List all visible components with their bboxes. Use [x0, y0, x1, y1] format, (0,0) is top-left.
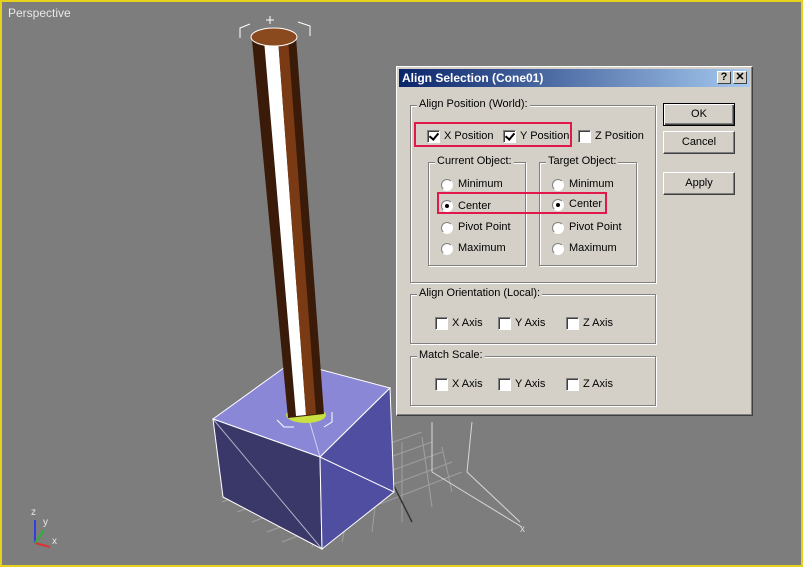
align-selection-dialog: Align Selection (Cone01) ? ✕ Align Posit… — [396, 66, 753, 416]
x-position-checkbox[interactable] — [427, 130, 440, 143]
current-center-radio[interactable] — [441, 200, 453, 212]
scale-z-label[interactable]: Z Axis — [583, 378, 613, 390]
target-pivot-radio[interactable] — [552, 222, 564, 234]
target-center-radio[interactable] — [552, 199, 564, 211]
target-maximum-label[interactable]: Maximum — [569, 242, 617, 254]
target-minimum-label[interactable]: Minimum — [569, 178, 614, 190]
current-object-title: Current Object: — [435, 155, 514, 167]
current-minimum-radio[interactable] — [441, 179, 453, 191]
align-orientation-title: Align Orientation (Local): — [417, 287, 543, 299]
current-minimum-label[interactable]: Minimum — [458, 178, 503, 190]
z-position-checkbox[interactable] — [578, 130, 591, 143]
transform-gizmo — [431, 421, 523, 528]
target-pivot-label[interactable]: Pivot Point — [569, 221, 622, 233]
current-pivot-radio[interactable] — [441, 222, 453, 234]
current-pivot-label[interactable]: Pivot Point — [458, 221, 511, 233]
orient-x-checkbox[interactable] — [435, 317, 448, 330]
current-maximum-radio[interactable] — [441, 243, 453, 255]
cone-object[interactable] — [250, 27, 326, 423]
apply-button[interactable]: Apply — [663, 172, 735, 195]
help-button[interactable]: ? — [717, 71, 731, 84]
scale-y-label[interactable]: Y Axis — [515, 378, 545, 390]
cancel-button[interactable]: Cancel — [663, 131, 735, 154]
target-maximum-radio[interactable] — [552, 243, 564, 255]
axis-y-label: y — [43, 517, 48, 528]
orient-y-checkbox[interactable] — [498, 317, 511, 330]
match-scale-title: Match Scale: — [417, 349, 485, 361]
scale-x-label[interactable]: X Axis — [452, 378, 483, 390]
gizmo-x-label: x — [520, 524, 525, 535]
orient-z-checkbox[interactable] — [566, 317, 579, 330]
scale-z-checkbox[interactable] — [566, 378, 579, 391]
axis-z-label: z — [31, 507, 36, 518]
scale-x-checkbox[interactable] — [435, 378, 448, 391]
close-button[interactable]: ✕ — [733, 71, 747, 84]
x-position-label[interactable]: X Position — [444, 130, 494, 142]
y-position-label[interactable]: Y Position — [520, 130, 569, 142]
current-maximum-label[interactable]: Maximum — [458, 242, 506, 254]
orient-y-label[interactable]: Y Axis — [515, 317, 545, 329]
orient-z-label[interactable]: Z Axis — [583, 317, 613, 329]
align-position-title: Align Position (World): — [417, 98, 530, 110]
scale-y-checkbox[interactable] — [498, 378, 511, 391]
orient-x-label[interactable]: X Axis — [452, 317, 483, 329]
target-center-label[interactable]: Center — [569, 198, 602, 210]
target-object-title: Target Object: — [546, 155, 619, 167]
z-position-label[interactable]: Z Position — [595, 130, 644, 142]
target-minimum-radio[interactable] — [552, 179, 564, 191]
ok-button[interactable]: OK — [663, 103, 735, 126]
current-center-label[interactable]: Center — [458, 200, 491, 212]
dialog-title-bar[interactable]: Align Selection (Cone01) ? ✕ — [399, 69, 750, 87]
axis-x-label: x — [52, 536, 57, 547]
dialog-title: Align Selection (Cone01) — [402, 71, 544, 85]
y-position-checkbox[interactable] — [503, 130, 516, 143]
